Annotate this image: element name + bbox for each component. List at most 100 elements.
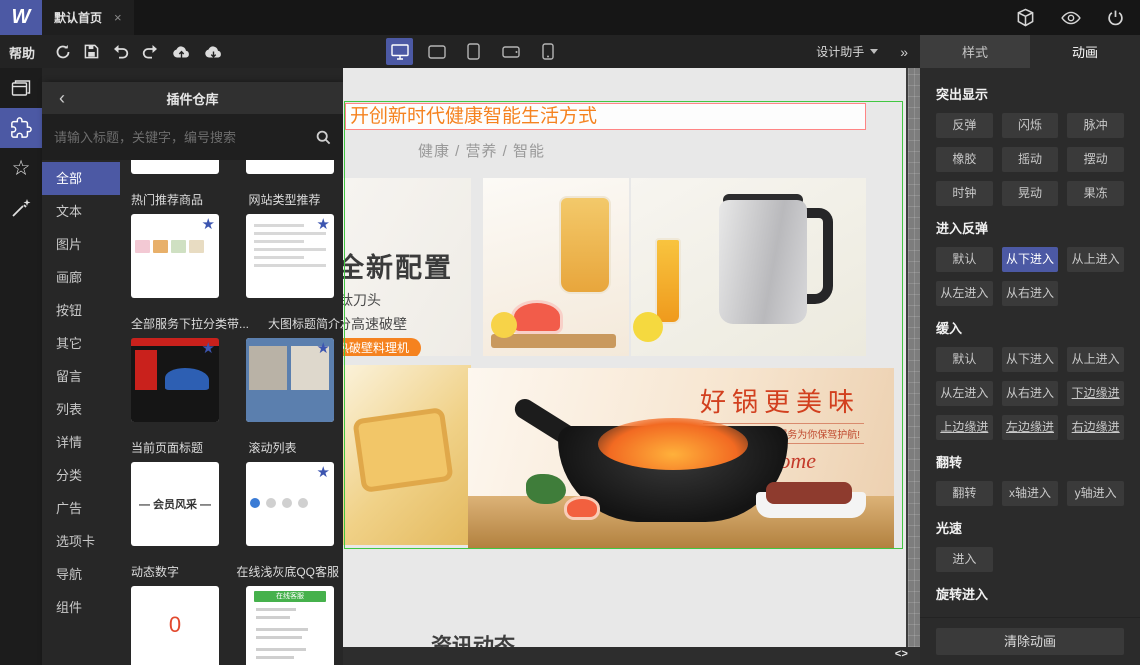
cloud-download-icon[interactable]	[204, 44, 223, 59]
category-component[interactable]: 组件	[42, 591, 120, 624]
easein-bottom-edge-button[interactable]: 下边缘进	[1067, 381, 1124, 406]
favorite-star-icon[interactable]: ★	[317, 341, 330, 356]
category-nav[interactable]: 导航	[42, 558, 120, 591]
flip-y-axis-button[interactable]: y轴进入	[1067, 481, 1124, 506]
bouncein-default-button[interactable]: 默认	[936, 247, 993, 272]
easein-right-edge-button[interactable]: 右边缘进	[1067, 415, 1124, 440]
plugin-card-partial[interactable]	[246, 160, 334, 174]
favorite-star-icon[interactable]: ★	[202, 217, 215, 232]
cloud-upload-icon[interactable]	[172, 44, 191, 59]
category-all[interactable]: 全部	[42, 162, 120, 195]
plugin-card-dropdown-nav[interactable]: ★	[131, 338, 219, 422]
bounce-in-buttons: 默认 从下进入 从上进入 从左进入 从右进入	[936, 247, 1124, 306]
plugin-card-hot-products[interactable]: ★	[131, 214, 219, 298]
collapse-panel-button[interactable]: »	[900, 44, 908, 60]
undo-icon[interactable]	[112, 44, 129, 59]
easein-left-edge-button[interactable]: 左边缘进	[1001, 415, 1059, 440]
plugin-card-site-types[interactable]: ★	[246, 214, 334, 298]
components-cube-icon[interactable]	[1016, 8, 1035, 27]
tab-animation[interactable]: 动画	[1030, 35, 1140, 68]
save-icon[interactable]	[84, 44, 99, 59]
news-section-title[interactable]: 资讯动态	[431, 630, 515, 647]
category-message[interactable]: 留言	[42, 360, 120, 393]
sidebar-wizard-icon[interactable]	[0, 188, 42, 228]
category-other[interactable]: 其它	[42, 327, 120, 360]
lightspeed-in-button[interactable]: 进入	[936, 547, 993, 572]
plugin-card-page-title[interactable]: — 会员风采 —	[131, 462, 219, 546]
bouncein-from-right-button[interactable]: 从右进入	[1001, 281, 1059, 306]
search-icon[interactable]	[316, 130, 331, 145]
easein-default-button[interactable]: 默认	[936, 347, 993, 372]
device-tablet-landscape-button[interactable]	[423, 38, 450, 65]
close-tab-icon[interactable]: ×	[114, 10, 122, 25]
bouncein-from-bottom-button[interactable]: 从下进入	[1001, 247, 1059, 272]
category-button[interactable]: 按钮	[42, 294, 120, 327]
page-preview[interactable]: 开创新时代健康智能生活方式 健康 / 营养 / 智能 全新配置 钛刀头 分高速破…	[343, 68, 906, 647]
anim-jelly-button[interactable]: 果冻	[1067, 181, 1124, 206]
app-logo[interactable]: W	[0, 0, 42, 35]
category-image[interactable]: 图片	[42, 228, 120, 261]
plugin-card-big-image-switch[interactable]: ★	[246, 338, 334, 422]
section-rotate-in: 旋转进入	[936, 587, 989, 602]
category-list[interactable]: 列表	[42, 393, 120, 426]
hero-banner[interactable]: 全新配置 钛刀头 分高速破壁 热破壁料理机	[343, 178, 904, 356]
tab-default-home[interactable]: 默认首页 ×	[42, 0, 134, 35]
preview-eye-icon[interactable]	[1061, 10, 1081, 26]
sidebar-favorites-icon[interactable]: ☆	[0, 148, 42, 188]
clear-animation-wrap: 清除动画	[920, 617, 1140, 655]
plugin-search-input[interactable]	[54, 129, 316, 145]
easein-from-top-button[interactable]: 从上进入	[1067, 347, 1124, 372]
canvas-bottom-bar: <>	[343, 647, 920, 665]
category-text[interactable]: 文本	[42, 195, 120, 228]
anim-flash-button[interactable]: 闪烁	[1001, 113, 1059, 138]
code-view-icon[interactable]: <>	[895, 649, 908, 661]
anim-rubber-button[interactable]: 橡胶	[936, 147, 993, 172]
bouncein-from-top-button[interactable]: 从上进入	[1067, 247, 1124, 272]
easein-from-bottom-button[interactable]: 从下进入	[1001, 347, 1059, 372]
subtitle-text[interactable]: 健康 / 营养 / 智能	[418, 140, 545, 161]
grapefruit-slice	[564, 496, 600, 520]
flaming-food	[598, 418, 748, 470]
device-phone-portrait-button[interactable]	[534, 38, 561, 65]
device-phone-landscape-button[interactable]	[497, 38, 524, 65]
plugin-card-scroll-list[interactable]: ★	[246, 462, 334, 546]
easein-from-left-button[interactable]: 从左进入	[936, 381, 993, 406]
favorite-star-icon[interactable]: ★	[202, 341, 215, 356]
category-classify[interactable]: 分类	[42, 459, 120, 492]
plugin-card-qq-service[interactable]: 在线客服	[246, 586, 334, 665]
tab-style[interactable]: 样式	[920, 35, 1030, 68]
easein-from-right-button[interactable]: 从右进入	[1001, 381, 1059, 406]
wok-banner[interactable]: 好锅更美味 无忧购物，至诚服务为你保驾护航! Warm Home	[468, 368, 894, 548]
device-desktop-button[interactable]	[386, 38, 413, 65]
flip-x-axis-button[interactable]: x轴进入	[1001, 481, 1059, 506]
favorite-star-icon[interactable]: ★	[317, 465, 330, 480]
anim-bounce-button[interactable]: 反弹	[936, 113, 993, 138]
clear-animation-button[interactable]: 清除动画	[936, 628, 1124, 655]
redo-icon[interactable]	[142, 44, 159, 59]
anim-shake-button[interactable]: 摇动	[1001, 147, 1059, 172]
anim-pulse-button[interactable]: 脉冲	[1067, 113, 1124, 138]
help-button[interactable]: 帮助	[9, 43, 35, 62]
anim-swing-button[interactable]: 摆动	[1067, 147, 1124, 172]
anim-wobble-button[interactable]: 晃动	[1001, 181, 1059, 206]
plugin-card-partial[interactable]	[131, 160, 219, 174]
design-assistant-dropdown[interactable]: 设计助手	[816, 43, 879, 60]
category-ad[interactable]: 广告	[42, 492, 120, 525]
flip-button[interactable]: 翻转	[936, 481, 993, 506]
left-sidebar: ☆	[0, 68, 42, 665]
highlight-buttons: 反弹 闪烁 脉冲 橡胶 摇动 摆动 时钟 晃动 果冻	[936, 113, 1124, 206]
anim-clock-button[interactable]: 时钟	[936, 181, 993, 206]
category-gallery[interactable]: 画廊	[42, 261, 120, 294]
device-tablet-portrait-button[interactable]	[460, 38, 487, 65]
plugin-card-dynamic-number[interactable]: 0	[131, 586, 219, 665]
headline-text-element[interactable]: 开创新时代健康智能生活方式	[345, 103, 866, 130]
sidebar-plugins-icon[interactable]	[0, 108, 42, 148]
power-exit-icon[interactable]	[1107, 9, 1124, 26]
category-detail[interactable]: 详情	[42, 426, 120, 459]
back-icon[interactable]: ‹	[42, 88, 82, 109]
bouncein-from-left-button[interactable]: 从左进入	[936, 281, 993, 306]
easein-top-edge-button[interactable]: 上边缘进	[936, 415, 993, 440]
refresh-icon[interactable]	[55, 44, 71, 60]
category-tabs[interactable]: 选项卡	[42, 525, 120, 558]
sidebar-pages-icon[interactable]	[0, 68, 42, 108]
